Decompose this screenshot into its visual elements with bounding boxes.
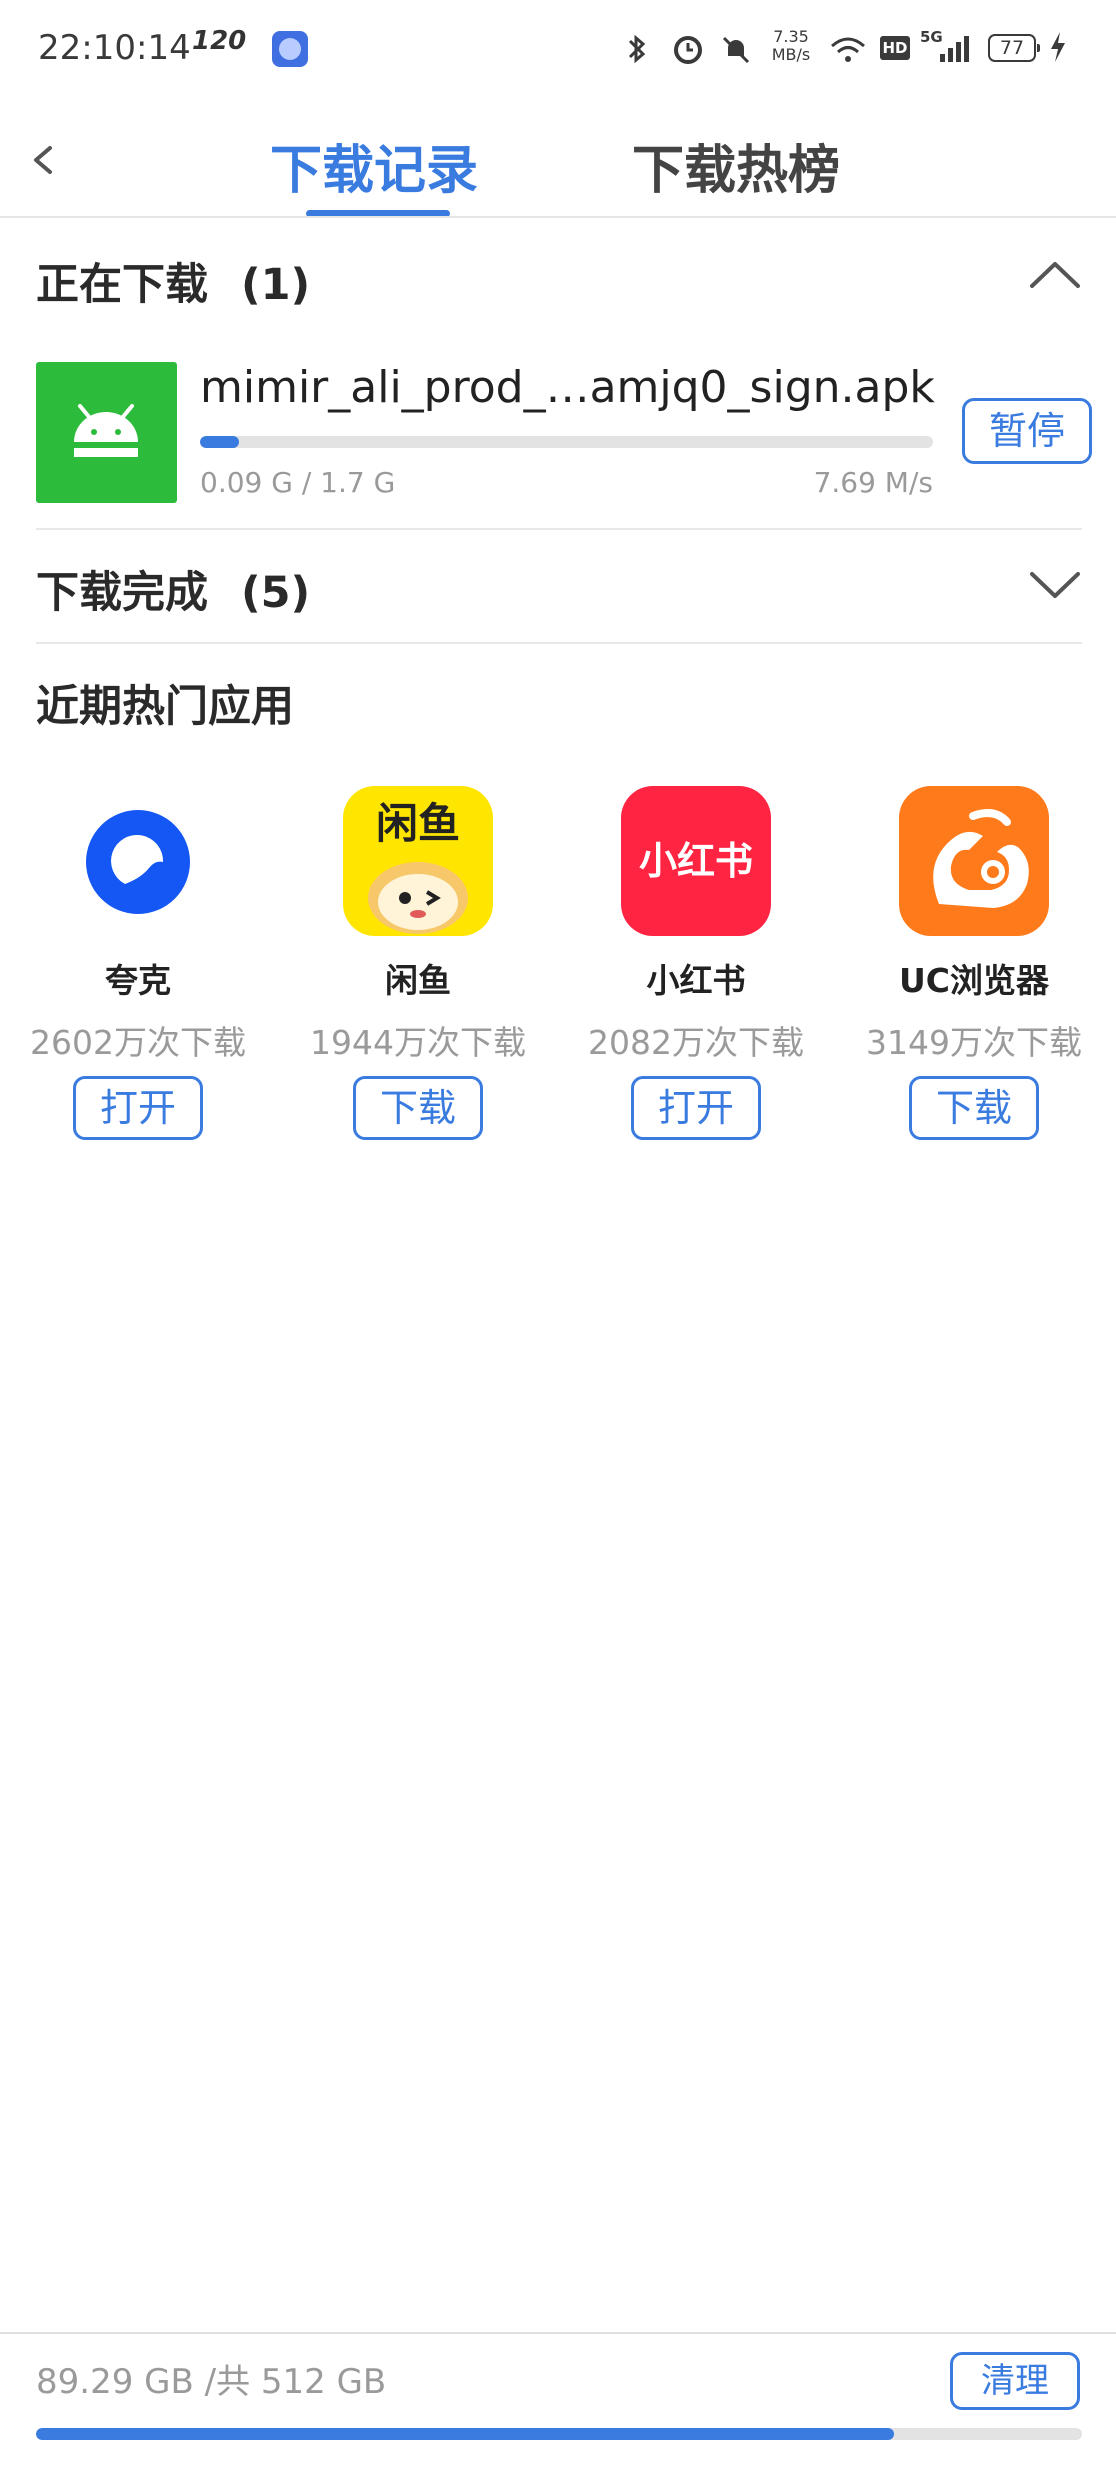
storage-usage-text: 89.29 GB /共 512 GB <box>36 2362 387 2402</box>
download-uc-browser-button[interactable]: 下载 <box>909 1076 1039 1140</box>
wifi-icon <box>826 32 870 66</box>
section-divider <box>36 528 1082 530</box>
app-name: UC浏览器 <box>898 961 1049 1000</box>
app-card-quark[interactable]: 夸克 2602万次下载 打开 <box>28 786 248 1140</box>
status-bar: 22:10:14 120 7.35 MB/s HD 5G 77 <box>0 0 1116 100</box>
chevron-down-icon <box>1030 572 1080 598</box>
app-downloads: 1944万次下载 <box>310 1023 526 1062</box>
tab-download-ranking[interactable]: 下载热榜 <box>632 128 840 203</box>
quark-app-icon[interactable] <box>63 786 213 936</box>
completed-section-header[interactable]: 下载完成 (5) <box>36 558 310 620</box>
battery-indicator: 77 <box>988 34 1040 62</box>
xianyu-app-icon[interactable]: 闲鱼 <box>343 786 493 936</box>
app-downloads: 2082万次下载 <box>588 1023 804 1062</box>
chevron-left-icon <box>34 146 52 174</box>
clean-button[interactable]: 清理 <box>950 2352 1080 2410</box>
download-progress-bar <box>200 436 933 448</box>
download-speed: 7.69 M/s <box>813 466 933 499</box>
svg-text:小红书: 小红书 <box>639 839 753 883</box>
xiaohongshu-app-icon[interactable]: 小红书 <box>621 786 771 936</box>
status-time: 22:10:14 <box>38 28 191 68</box>
expand-completed-button[interactable] <box>1028 568 1082 602</box>
app-downloads: 2602万次下载 <box>30 1023 246 1062</box>
hot-apps-title: 近期热门应用 <box>36 682 294 732</box>
storage-usage-bar <box>36 2428 1082 2440</box>
network-speed-unit: MB/s <box>771 45 811 64</box>
app-card-uc-browser[interactable]: UC浏览器 3149万次下载 下载 <box>864 786 1084 1140</box>
download-progress-fill <box>200 436 239 448</box>
app-downloads: 3149万次下载 <box>866 1023 1082 1062</box>
svg-text:闲鱼: 闲鱼 <box>376 799 460 848</box>
charging-icon <box>1048 30 1068 72</box>
android-icon <box>74 404 138 457</box>
notification-app-icon <box>272 31 308 67</box>
downloading-section-header[interactable]: 正在下载 (1) <box>36 250 310 312</box>
section-divider <box>36 642 1082 644</box>
collapse-downloading-button[interactable] <box>1028 258 1082 292</box>
uc-browser-app-icon[interactable] <box>899 786 1049 936</box>
completed-title: 下载完成 <box>36 568 208 618</box>
bluetooth-icon <box>620 32 654 66</box>
open-quark-button[interactable]: 打开 <box>73 1076 203 1140</box>
mute-icon <box>716 32 756 66</box>
downloading-count: (1) <box>240 260 311 310</box>
hd-indicator: HD <box>880 36 910 60</box>
storage-usage-fill <box>36 2428 894 2440</box>
app-card-xianyu[interactable]: 闲鱼 闲鱼 1944万次下载 下载 <box>308 786 528 1140</box>
app-name: 小红书 <box>646 961 746 1000</box>
download-file-name: mimir_ali_prod_…amjq0_sign.apk <box>200 362 935 413</box>
footer-divider <box>0 2332 1116 2334</box>
app-name: 闲鱼 <box>385 961 451 1000</box>
network-speed: 7.35 MB/s <box>766 28 816 64</box>
completed-count: (5) <box>240 568 311 618</box>
apk-file-icon <box>36 362 177 503</box>
download-size-progress: 0.09 G / 1.7 G <box>200 466 396 499</box>
signal-icon <box>940 34 976 62</box>
pause-button[interactable]: 暂停 <box>962 398 1092 464</box>
tab-download-records[interactable]: 下载记录 <box>270 128 478 203</box>
app-card-xiaohongshu[interactable]: 小红书 小红书 2082万次下载 打开 <box>586 786 806 1140</box>
download-xianyu-button[interactable]: 下载 <box>353 1076 483 1140</box>
downloading-title: 正在下载 <box>36 260 208 310</box>
chevron-up-icon <box>1030 262 1080 288</box>
back-button[interactable] <box>24 130 64 190</box>
header-divider <box>0 216 1116 218</box>
open-xiaohongshu-button[interactable]: 打开 <box>631 1076 761 1140</box>
app-name: 夸克 <box>105 961 171 1000</box>
alarm-icon <box>668 32 708 66</box>
refresh-rate-indicator: 120 <box>192 26 247 56</box>
network-speed-value: 7.35 <box>773 27 809 46</box>
